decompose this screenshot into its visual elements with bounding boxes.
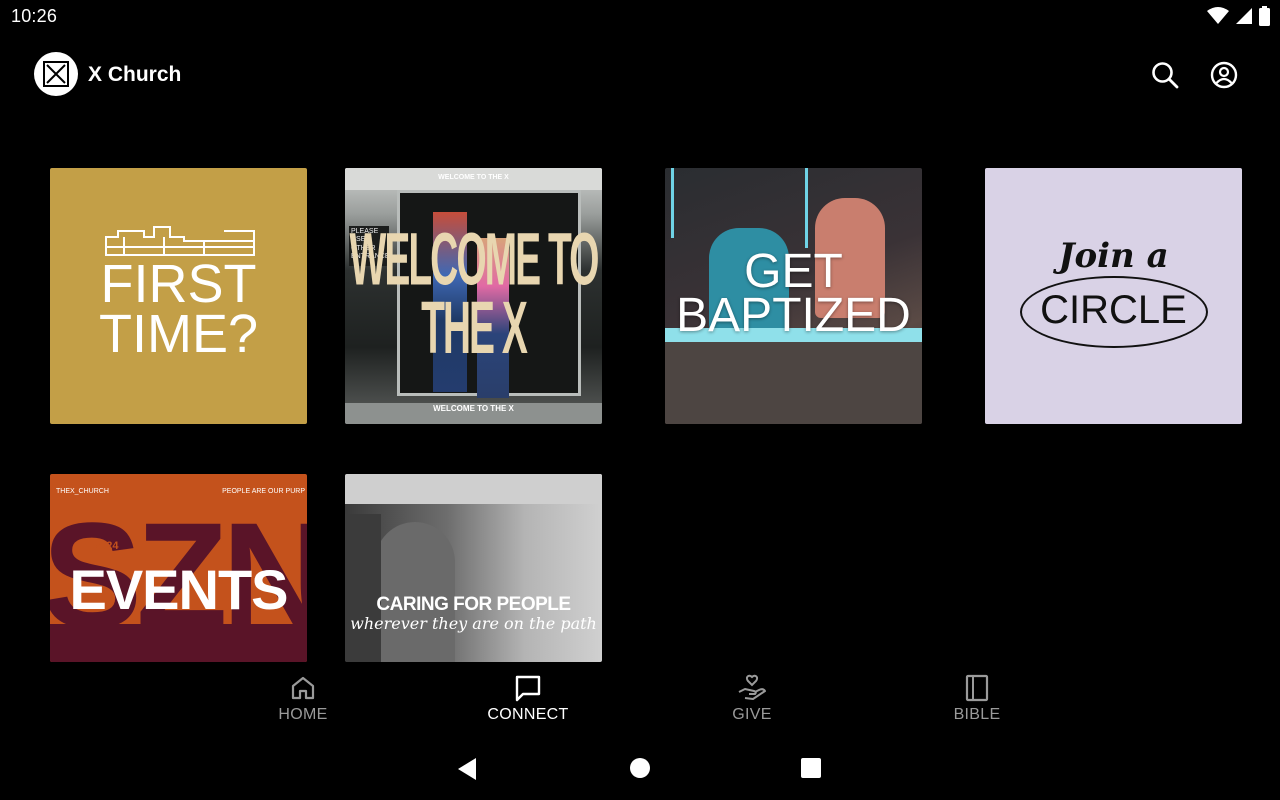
nav-give[interactable]: GIVE	[692, 672, 812, 724]
caring-title: CARING FOR PEOPLE	[376, 594, 571, 615]
events-title: EVENTS	[69, 558, 288, 621]
nav-bible[interactable]: BIBLE	[917, 672, 1037, 724]
person-hugging	[375, 522, 455, 662]
events-year: 2024	[94, 540, 119, 552]
tile-line: TIME?	[98, 303, 259, 364]
tile-get-baptized[interactable]: GET BAPTIZED	[665, 168, 922, 424]
light-strip	[671, 168, 674, 238]
bottom-nav: HOME CONNECT GIVE BIBLE	[0, 662, 1280, 732]
status-bar: 10:26	[0, 0, 1280, 34]
status-icons	[1207, 6, 1270, 26]
church-building-icon	[105, 226, 255, 256]
profile-button[interactable]	[1208, 59, 1240, 91]
back-icon[interactable]	[456, 757, 478, 781]
caring-subtitle: wherever they are on the path	[350, 614, 597, 633]
circle-word: CIRCLE	[1040, 288, 1187, 332]
home-icon	[291, 676, 315, 700]
tile-first-time-label: FIRST TIME?	[50, 254, 307, 364]
ceiling	[345, 474, 602, 504]
church-logo	[34, 52, 78, 96]
light-strip	[805, 168, 808, 248]
chat-icon	[515, 675, 541, 702]
give-icon	[738, 674, 766, 700]
battery-icon	[1259, 6, 1270, 26]
tile-get-baptized-label: GET BAPTIZED	[665, 245, 922, 343]
tile-caring[interactable]: CARING FOR PEOPLE wherever they are on t…	[345, 474, 602, 662]
signal-icon	[1236, 8, 1252, 24]
tile-events[interactable]: THEX_CHURCH PEOPLE ARE OUR PURP SZN 2024…	[50, 474, 307, 662]
tile-first-time[interactable]: FIRST TIME?	[50, 168, 307, 424]
nav-home-label: HOME	[278, 706, 328, 723]
baptism-tank	[665, 342, 922, 424]
home-circle-icon[interactable]	[629, 757, 651, 779]
join-a-script: Join a	[1058, 236, 1169, 276]
app-title: X Church	[88, 63, 182, 86]
tile-join-circle[interactable]: Join a CIRCLE	[985, 168, 1242, 424]
nav-connect[interactable]: CONNECT	[468, 672, 588, 724]
search-button[interactable]	[1149, 59, 1181, 91]
tile-line: BAPTIZED	[676, 289, 911, 343]
tile-line: GET	[744, 245, 843, 298]
nav-bible-label: BIBLE	[953, 706, 1001, 723]
welcome-top-caption: WELCOME TO THE X	[438, 174, 509, 181]
account-circle-icon	[1210, 61, 1238, 89]
recents-icon[interactable]	[800, 757, 822, 779]
book-icon	[965, 674, 989, 702]
tile-line: FIRST	[100, 254, 257, 314]
system-nav-bar	[0, 740, 1280, 800]
welcome-title: WELCOME TO THE X	[349, 220, 600, 370]
wifi-icon	[1207, 7, 1229, 24]
x-logo-icon	[43, 61, 69, 87]
nav-home[interactable]: HOME	[243, 672, 363, 724]
status-time: 10:26	[11, 6, 58, 26]
nav-connect-label: CONNECT	[487, 706, 569, 723]
search-icon	[1152, 62, 1179, 89]
person-back	[345, 514, 381, 662]
nav-give-label: GIVE	[732, 706, 772, 723]
welcome-bottom-caption: WELCOME TO THE X	[433, 404, 514, 413]
events-bg-band	[50, 624, 307, 662]
tile-welcome[interactable]: PLEASE USE OTHER ENTRANCE WELCOME TO THE…	[345, 168, 602, 424]
app-bar: X Church	[0, 50, 1280, 102]
